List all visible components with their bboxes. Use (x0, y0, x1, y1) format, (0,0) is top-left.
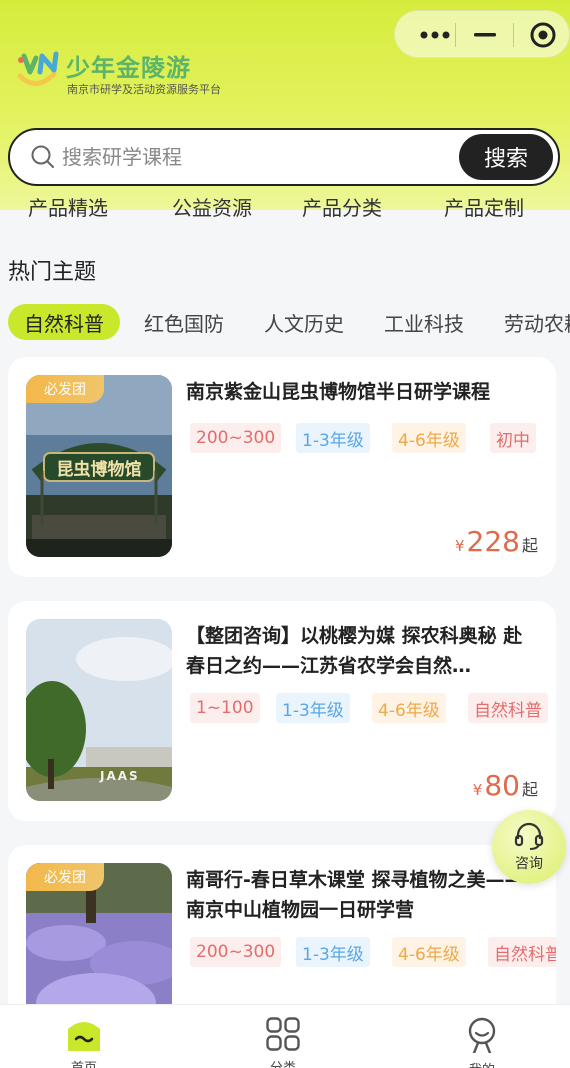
tabbar-item-category[interactable]: 分类 (243, 1017, 323, 1068)
mini-program-capsule (394, 10, 570, 58)
home-icon (68, 1022, 100, 1051)
course-image: 昆虫博物馆 必发团 (26, 375, 172, 557)
tag-list: 200~300 1-3年级 4-6年级 初中 (190, 423, 556, 455)
group-badge: 必发团 (26, 375, 104, 403)
category-item[interactable]: 产品分类 (302, 196, 382, 220)
tag-theme: 自然科普 (468, 693, 548, 723)
tag-grade: 1-3年级 (296, 423, 370, 453)
image-sign-text: JAAS (100, 769, 140, 783)
course-title: 南哥行-春日草木课堂 探寻植物之美——南京中山植物园一日研学营 (186, 869, 524, 921)
course-card[interactable]: 昆虫博物馆 必发团 南京紫金山昆虫博物馆半日研学课程 200~300 1-3年级… (8, 357, 556, 577)
course-image: JAAS (26, 619, 172, 801)
minimize-icon[interactable] (457, 11, 513, 59)
tag-grade: 4-6年级 (372, 693, 446, 723)
price-suffix: 起 (521, 536, 538, 555)
tab-labor-farming[interactable]: 劳动农耕 (504, 304, 570, 340)
course-card[interactable]: JAAS 【整团咨询】以桃樱为媒 探农科奥秘 赴春日之约——江苏省农学会自然… … (8, 601, 556, 821)
section-title: 热门主题 (8, 260, 97, 285)
theme-tabs: 自然科普 红色国防 人文历史 工业科技 劳动农耕 (0, 304, 570, 344)
tag-audience-size: 200~300 (190, 937, 282, 967)
course-title: 【整团咨询】以桃樱为媒 探农科奥秘 赴春日之约——江苏省农学会自然… (186, 625, 523, 677)
tag-grade: 初中 (490, 423, 536, 453)
target-circle-icon[interactable] (515, 11, 570, 59)
tag-audience-size: 200~300 (190, 423, 282, 453)
tabbar-item-profile[interactable]: 我的 (442, 1017, 522, 1068)
search-icon (31, 145, 54, 168)
consult-button[interactable]: 咨询 (492, 810, 566, 884)
search-bar: 搜索 (8, 128, 560, 186)
tabbar-label: 首页 (71, 1057, 97, 1068)
tag-list: 1~100 1-3年级 4-6年级 自然科普 (190, 693, 556, 725)
tabbar-item-home[interactable]: 首页 (44, 1017, 124, 1068)
tab-red-defense[interactable]: 红色国防 (144, 304, 224, 340)
image-sign-text: 昆虫博物馆 (56, 460, 142, 480)
profile-icon (468, 1017, 496, 1053)
price-value: 80 (484, 769, 520, 802)
search-button[interactable]: 搜索 (459, 134, 553, 180)
app-subtitle: 南京市研学及活动资源服务平台 (67, 83, 221, 96)
capsule-divider (455, 23, 456, 47)
tabbar-label: 我的 (469, 1059, 495, 1068)
tag-grade: 4-6年级 (392, 937, 466, 967)
price-currency: ¥ (472, 781, 483, 799)
course-title: 南京紫金山昆虫博物馆半日研学课程 (186, 381, 491, 403)
app-logo-icon (17, 51, 59, 86)
price-suffix: 起 (521, 780, 538, 799)
grid-icon (266, 1017, 300, 1051)
tag-theme: 自然科普 (488, 937, 556, 967)
tag-grade: 1-3年级 (276, 693, 350, 723)
search-input[interactable] (62, 141, 452, 173)
price: ¥ 80 起 (473, 769, 538, 802)
tab-industry-tech[interactable]: 工业科技 (384, 304, 464, 340)
category-item[interactable]: 产品定制 (444, 196, 524, 220)
bottom-tab-bar: 首页 分类 我的 (0, 1004, 570, 1068)
tabbar-label: 分类 (270, 1057, 296, 1068)
tag-list: 200~300 1-3年级 4-6年级 自然科普 (190, 937, 556, 969)
tag-grade: 1-3年级 (296, 937, 370, 967)
price: ¥ 228 起 (455, 525, 538, 558)
tag-grade: 4-6年级 (392, 423, 466, 453)
capsule-divider (513, 23, 514, 47)
tag-audience-size: 1~100 (190, 693, 260, 723)
price-value: 228 (466, 525, 520, 558)
course-card[interactable]: 必发团 南哥行-春日草木课堂 探寻植物之美——南京中山植物园一日研学营 200~… (8, 845, 556, 1045)
group-badge: 必发团 (26, 863, 104, 891)
category-strip: 产品精选 公益资源 产品分类 产品定制 (0, 196, 570, 220)
tab-humanities[interactable]: 人文历史 (264, 304, 344, 340)
category-item[interactable]: 产品精选 (28, 196, 108, 220)
app-name: 少年金陵游 (66, 54, 191, 82)
category-item[interactable]: 公益资源 (172, 196, 252, 220)
price-currency: ¥ (454, 537, 465, 555)
headset-icon (514, 822, 544, 850)
consult-label: 咨询 (515, 856, 543, 872)
tab-nature[interactable]: 自然科普 (8, 304, 120, 340)
